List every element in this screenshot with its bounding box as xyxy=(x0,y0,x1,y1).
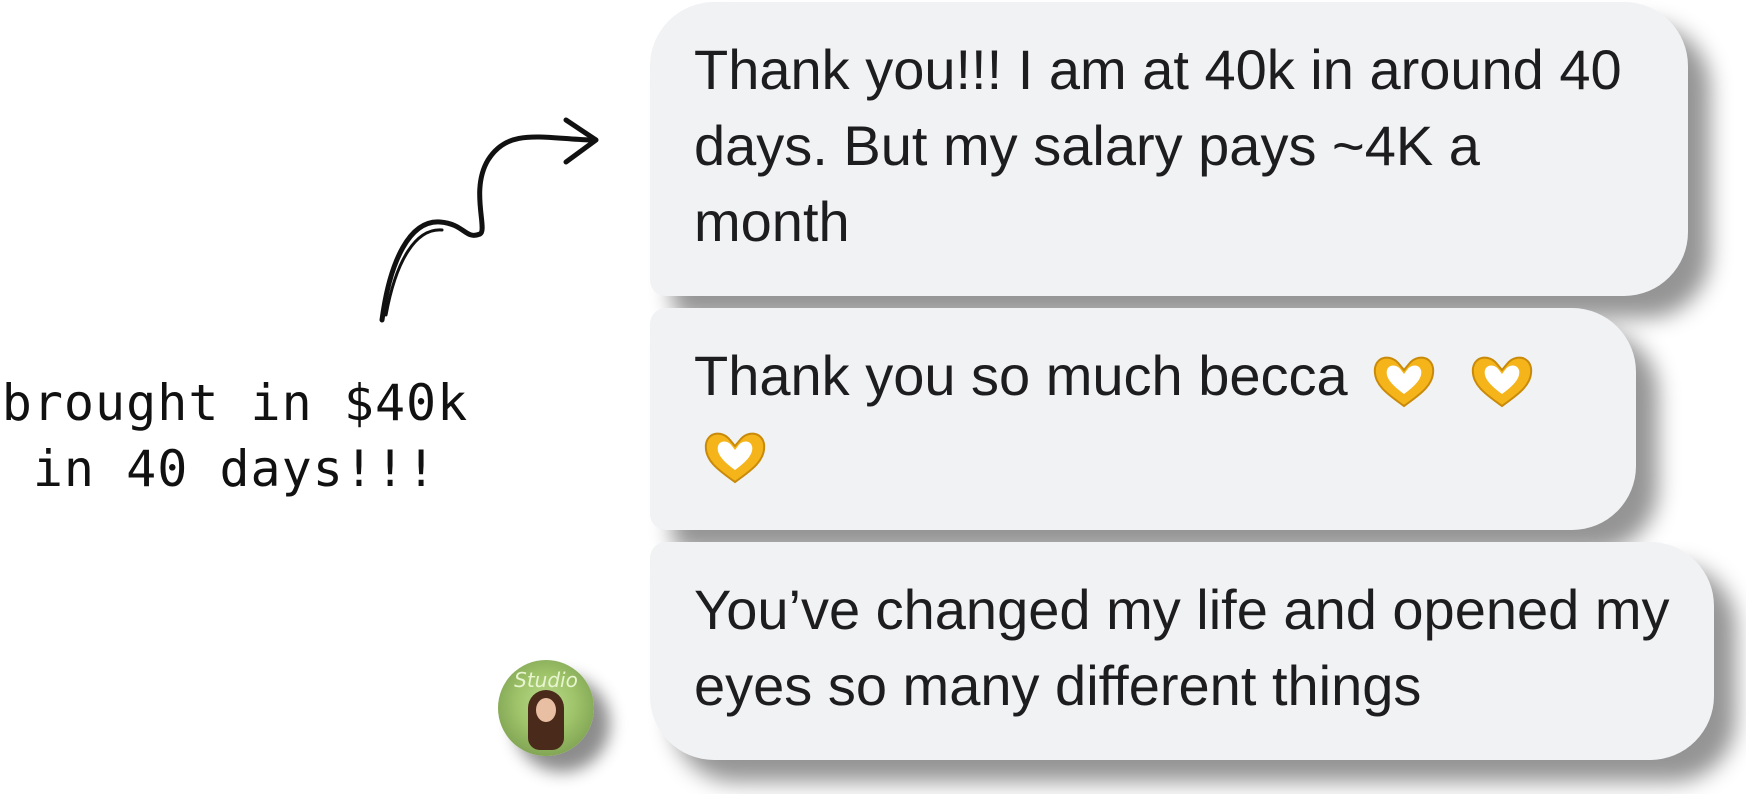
curved-arrow-icon xyxy=(379,117,599,323)
message-bubble-1: Thank you!!! I am at 40k in around 40 da… xyxy=(650,2,1688,296)
message-bubble-2: Thank you so much becca xyxy=(650,308,1636,530)
heart-hands-emoji-icon xyxy=(1374,356,1435,408)
heart-hands-emoji-icon xyxy=(1471,356,1532,408)
message-text: Thank you!!! I am at 40k in around 40 da… xyxy=(694,38,1622,253)
annotation-line-2: in 40 days!!! xyxy=(32,440,438,498)
message-text: You’ve changed my life and opened my eye… xyxy=(694,578,1670,717)
chat-screenshot: brought in $40k in 40 days!!! Thank you!… xyxy=(0,0,1746,794)
avatar-face xyxy=(536,698,556,722)
message-bubble-3: You’ve changed my life and opened my eye… xyxy=(650,542,1714,760)
avatar-label: Studio xyxy=(514,668,578,692)
heart-hands-emoji-icon xyxy=(704,432,766,484)
sender-avatar[interactable]: Studio xyxy=(498,660,594,756)
annotation-line-1: brought in $40k xyxy=(1,374,469,432)
message-text: Thank you so much becca xyxy=(694,344,1348,407)
handwritten-annotation: brought in $40k in 40 days!!! xyxy=(0,370,470,502)
